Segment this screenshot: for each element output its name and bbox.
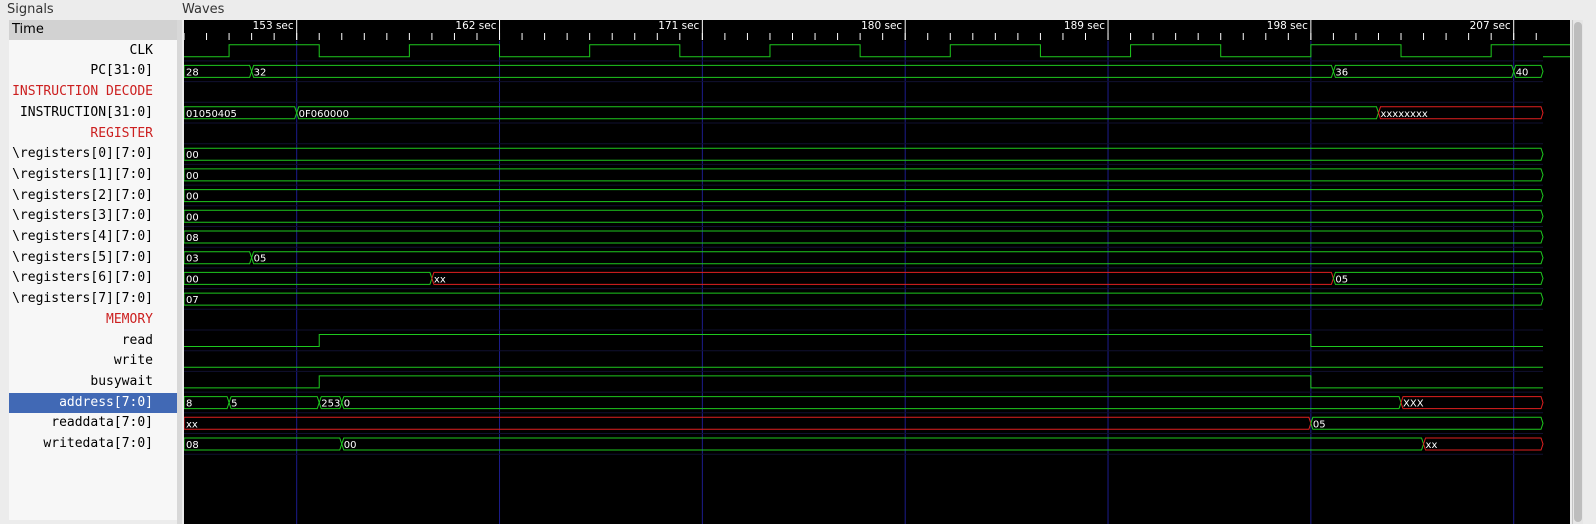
bus-segment xyxy=(431,271,1334,285)
bus-segment xyxy=(184,292,1544,306)
signal-name-registers-4-7-0[interactable]: \registers[4][7:0] xyxy=(9,227,177,247)
signal-name-readdata-7-0[interactable]: readdata[7:0] xyxy=(9,413,177,433)
bit-waveform xyxy=(184,375,1543,389)
waves-panel-title: Waves xyxy=(180,2,227,17)
bus-segment xyxy=(251,251,1544,265)
bus-segment xyxy=(296,106,1380,120)
bus-value: xx xyxy=(186,419,198,430)
ruler-label: 171 sec xyxy=(658,20,699,32)
bus-segment xyxy=(1310,416,1544,430)
bus-segment xyxy=(184,271,433,285)
clk-waveform xyxy=(184,44,1570,58)
signals-panel: Time CLK PC[31:0] INSTRUCTION DECODE INSTRUC… xyxy=(9,20,177,520)
ruler-label: 162 sec xyxy=(455,20,496,32)
ruler-label: 207 sec xyxy=(1470,20,1511,32)
bus-segment xyxy=(184,416,1312,430)
bus-value: 00 xyxy=(186,192,199,203)
bus-value: 01050405 xyxy=(186,109,237,120)
bus-value: XXX xyxy=(1403,399,1424,410)
ruler-label: 153 sec xyxy=(253,20,294,32)
panel-splitter[interactable] xyxy=(177,20,182,524)
bus-value: 08 xyxy=(186,440,199,451)
bus-value: 36 xyxy=(1335,67,1348,78)
ruler-label: 180 sec xyxy=(861,20,902,32)
bus-segment xyxy=(184,230,1544,244)
bus-value: 0 xyxy=(344,399,350,410)
signal-name-address-7-0[interactable]: address[7:0] xyxy=(9,392,177,413)
bus-value: 32 xyxy=(254,67,267,78)
signal-name-registers-7-7-0[interactable]: \registers[7][7:0] xyxy=(9,289,177,309)
bus-segment xyxy=(341,437,1425,451)
bus-value: xx xyxy=(434,274,446,285)
signal-name-registers-3-7-0[interactable]: \registers[3][7:0] xyxy=(9,206,177,226)
bus-segment xyxy=(1423,437,1544,451)
bus-value: xx xyxy=(1426,440,1438,451)
window-edge xyxy=(1584,20,1596,524)
bus-value: 08 xyxy=(186,233,199,244)
signal-name-instruction-31-0[interactable]: INSTRUCTION[31:0] xyxy=(9,103,177,123)
bus-value: 05 xyxy=(254,254,267,265)
bus-value: 00 xyxy=(186,212,199,223)
bus-segment xyxy=(184,147,1544,161)
signal-name-writedata-7-0[interactable]: writedata[7:0] xyxy=(9,434,177,454)
bus-segment xyxy=(251,64,1334,78)
bus-segment xyxy=(184,168,1544,182)
signal-name-register[interactable]: REGISTER xyxy=(9,124,177,144)
bus-segment xyxy=(228,396,320,410)
ruler-label: 198 sec xyxy=(1267,20,1308,32)
bus-value: 5 xyxy=(231,399,237,410)
bus-segment xyxy=(184,209,1544,223)
signal-name-read[interactable]: read xyxy=(9,331,177,351)
bus-segment xyxy=(341,396,1402,410)
bus-segment xyxy=(1332,271,1544,285)
signals-panel-title: Signals xyxy=(5,2,56,17)
signal-name-memory[interactable]: MEMORY xyxy=(9,310,177,330)
signal-name-busywait[interactable]: busywait xyxy=(9,372,177,392)
vertical-scrollbar[interactable] xyxy=(1572,20,1583,524)
bus-segment xyxy=(1332,64,1515,78)
bus-value: 00 xyxy=(344,440,357,451)
waveform-canvas[interactable]: 153 sec 162 sec 171 sec 180 sec 189 sec 198 s… xyxy=(184,20,1570,524)
signal-name-pc-31-0[interactable]: PC[31:0] xyxy=(9,61,177,81)
bus-value: 40 xyxy=(1516,67,1529,78)
bit-waveform xyxy=(184,334,1543,347)
signal-name-registers-5-7-0[interactable]: \registers[5][7:0] xyxy=(9,248,177,268)
bus-value: xxxxxxxx xyxy=(1380,109,1427,120)
bus-segment xyxy=(184,189,1544,203)
ruler-label: 189 sec xyxy=(1064,20,1105,32)
bus-value: 253 xyxy=(321,399,340,410)
vertical-scrollbar-thumb[interactable] xyxy=(1574,22,1582,522)
bus-value: 8 xyxy=(186,399,192,410)
signal-name-instruction-decode[interactable]: INSTRUCTION DECODE xyxy=(9,82,177,102)
signal-name-registers-0-7-0[interactable]: \registers[0][7:0] xyxy=(9,144,177,164)
bus-value: 05 xyxy=(1313,419,1326,430)
signal-name-registers-2-7-0[interactable]: \registers[2][7:0] xyxy=(9,186,177,206)
time-row[interactable]: Time xyxy=(9,20,177,40)
bus-value: 07 xyxy=(186,295,199,306)
bus-value: 00 xyxy=(186,171,199,182)
bus-value: 28 xyxy=(186,67,199,78)
bus-value: 0F060000 xyxy=(299,109,349,120)
signal-name-registers-1-7-0[interactable]: \registers[1][7:0] xyxy=(9,165,177,185)
waves-panel[interactable]: 153 sec 162 sec 171 sec 180 sec 189 sec 198 s… xyxy=(184,20,1570,524)
signal-name-registers-6-7-0[interactable]: \registers[6][7:0] xyxy=(9,268,177,288)
bus-value: 00 xyxy=(186,150,199,161)
signal-name-write[interactable]: write xyxy=(9,351,177,371)
bus-value: 00 xyxy=(186,274,199,285)
bus-segment xyxy=(184,437,343,451)
bus-value: 03 xyxy=(186,254,199,265)
bus-value: 05 xyxy=(1335,274,1348,285)
signal-name-clk[interactable]: CLK xyxy=(9,41,177,61)
